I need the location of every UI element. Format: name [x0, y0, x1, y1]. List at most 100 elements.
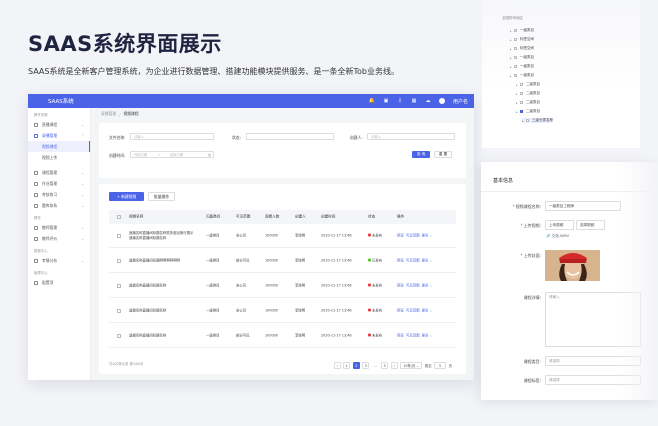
- creator-input[interactable]: 请输入: [367, 133, 455, 140]
- caret-right-icon[interactable]: ▸: [516, 110, 518, 114]
- sidebar-item-live[interactable]: 直播课程 ⌄: [28, 119, 90, 130]
- grid-icon[interactable]: ▦: [411, 98, 417, 104]
- tree-node[interactable]: ▸ 一级类目: [510, 28, 534, 33]
- visibility-link[interactable]: 可见范围: [406, 283, 420, 287]
- sidebar-item-homework[interactable]: 作业管理 ⌄: [28, 178, 90, 189]
- tree-checkbox[interactable]: [513, 37, 518, 42]
- page-prev[interactable]: ‹: [333, 362, 341, 369]
- tree-checkbox[interactable]: [513, 28, 518, 33]
- more-link[interactable]: 更多 ⌄: [422, 333, 433, 337]
- tree-node[interactable]: ▸ 一级类目: [510, 64, 534, 69]
- caret-right-icon[interactable]: ▸: [516, 83, 518, 87]
- caret-right-icon[interactable]: ▸: [510, 65, 512, 69]
- page-5[interactable]: 5: [381, 362, 389, 369]
- sidebar-item-exam[interactable]: 考核练习 ⌄: [28, 189, 90, 200]
- preview-link[interactable]: 预览: [397, 258, 404, 262]
- preview-link[interactable]: 预览: [397, 233, 404, 237]
- page-2[interactable]: 2: [352, 362, 360, 369]
- tree-node[interactable]: ▸ 标签空间: [510, 37, 534, 42]
- caret-right-icon[interactable]: ▸: [510, 29, 512, 33]
- tree-node[interactable]: ▸ 二级类目: [516, 109, 540, 114]
- download-icon[interactable]: ⇩: [397, 98, 403, 104]
- document-icon[interactable]: ▣: [383, 98, 389, 104]
- preview-link[interactable]: 预览: [397, 308, 404, 312]
- page-next[interactable]: ›: [390, 362, 398, 369]
- tree-node[interactable]: ▸ 三级分类名称: [522, 118, 554, 123]
- tree-checkbox[interactable]: [513, 55, 518, 60]
- caret-right-icon[interactable]: ▸: [522, 119, 524, 123]
- date-range-input[interactable]: 开始日期 → 结束日期 ▦: [130, 151, 214, 158]
- more-link[interactable]: 更多 ⌄: [422, 233, 433, 237]
- caret-right-icon[interactable]: ▸: [516, 92, 518, 96]
- visibility-link[interactable]: 可见范围: [406, 233, 420, 237]
- sidebar-item-analysis[interactable]: 考情分析 ⌄: [28, 255, 90, 266]
- visibility-link[interactable]: 可见范围: [406, 258, 420, 262]
- tree-node[interactable]: ▸ 标签空间: [510, 46, 534, 51]
- caret-right-icon[interactable]: ▸: [516, 101, 518, 105]
- user-name[interactable]: 用户名: [453, 98, 468, 105]
- page-size-select[interactable]: 10条/页 ⌄: [400, 362, 423, 369]
- tree-node[interactable]: ▸ 二级类目: [516, 100, 540, 105]
- query-button[interactable]: 查 询: [412, 151, 430, 158]
- row-checkbox[interactable]: [117, 233, 121, 238]
- caret-right-icon[interactable]: ▸: [510, 47, 512, 51]
- page-1[interactable]: 1: [343, 362, 351, 369]
- caret-right-icon[interactable]: ▸: [510, 74, 512, 78]
- visibility-link[interactable]: 可见范围: [406, 333, 420, 337]
- sidebar-subitem-video-course[interactable]: 视频课程: [28, 141, 90, 152]
- more-link[interactable]: 更多 ⌄: [422, 283, 433, 287]
- tree-node[interactable]: ▸ 一级类目: [510, 55, 534, 60]
- visibility-link[interactable]: 可见范围: [406, 308, 420, 312]
- row-checkbox[interactable]: [117, 308, 121, 313]
- tree-node[interactable]: ▸ 二级类目: [516, 91, 540, 96]
- sidebar-item-teacher-eval[interactable]: 教师评价 ⌄: [28, 233, 90, 244]
- tree-checkbox[interactable]: [519, 82, 524, 87]
- caret-right-icon[interactable]: ▸: [510, 56, 512, 60]
- batch-operation-button[interactable]: 批量操作: [148, 192, 175, 201]
- tree-checkbox[interactable]: [519, 109, 524, 114]
- sidebar-item-recorded[interactable]: 录播管理 ⌃: [28, 130, 90, 141]
- page-size-value: 10条/页: [403, 364, 416, 368]
- bell-icon[interactable]: 🔔: [369, 98, 375, 104]
- more-link[interactable]: 更多 ⌄: [422, 308, 433, 312]
- panel-title: 基本信息: [493, 178, 514, 184]
- select-video-button[interactable]: 选择视频: [576, 220, 605, 230]
- tree-node[interactable]: ▸ 二级类目: [516, 82, 540, 87]
- tree-checkbox[interactable]: [519, 91, 524, 96]
- row-checkbox[interactable]: [117, 333, 121, 338]
- new-video-button[interactable]: + 新建视频: [109, 192, 144, 201]
- row-checkbox[interactable]: [117, 258, 121, 263]
- table-row: 遥播名称直播间标题名称 一级类目 全公司 100000 李晓明 2020-11-17 13…: [109, 274, 456, 298]
- avatar[interactable]: [438, 98, 445, 104]
- course-name-input[interactable]: 一级类目工程师: [545, 201, 621, 211]
- tree-checkbox[interactable]: [525, 118, 530, 123]
- reset-button[interactable]: 重 置: [434, 151, 452, 158]
- caret-right-icon[interactable]: ▸: [510, 38, 512, 42]
- tree-checkbox[interactable]: [513, 64, 518, 69]
- file-name-input[interactable]: 请输入: [130, 133, 214, 140]
- preview-link[interactable]: 预览: [397, 333, 404, 337]
- status-select[interactable]: [246, 133, 334, 140]
- tree-node-label: 二级类目: [526, 100, 541, 104]
- preview-link[interactable]: 预览: [397, 283, 404, 287]
- select-all-checkbox[interactable]: [117, 215, 121, 219]
- cloud-icon[interactable]: ☁: [425, 98, 431, 104]
- sidebar-item-config[interactable]: 配置项: [28, 277, 90, 288]
- page-3[interactable]: 3: [362, 362, 370, 369]
- more-link[interactable]: 更多 ⌄: [422, 258, 433, 262]
- creator-cell: 李晓明: [295, 332, 306, 337]
- sidebar-item-teachers[interactable]: 教师管理 ⌄: [28, 222, 90, 233]
- tree-checkbox[interactable]: [513, 73, 518, 78]
- tree-node[interactable]: ▸ 一级类目: [510, 73, 534, 78]
- upload-video-button[interactable]: 上传视频: [545, 220, 574, 230]
- tree-checkbox[interactable]: [513, 46, 518, 51]
- cover-image[interactable]: [545, 250, 600, 281]
- uploaded-file[interactable]: 🔗 文档.WMV: [546, 234, 569, 239]
- tree-checkbox[interactable]: [519, 100, 524, 105]
- row-checkbox[interactable]: [117, 283, 121, 288]
- jump-input[interactable]: 5: [434, 362, 447, 369]
- breadcrumb-parent[interactable]: 录播管理: [101, 111, 116, 117]
- sidebar-item-course[interactable]: 课程管理 ⌄: [28, 167, 90, 178]
- sidebar-item-question-bank[interactable]: 题库体系 ⌄: [28, 200, 90, 211]
- sidebar-subitem-video-upload[interactable]: 视频上传: [28, 152, 90, 163]
